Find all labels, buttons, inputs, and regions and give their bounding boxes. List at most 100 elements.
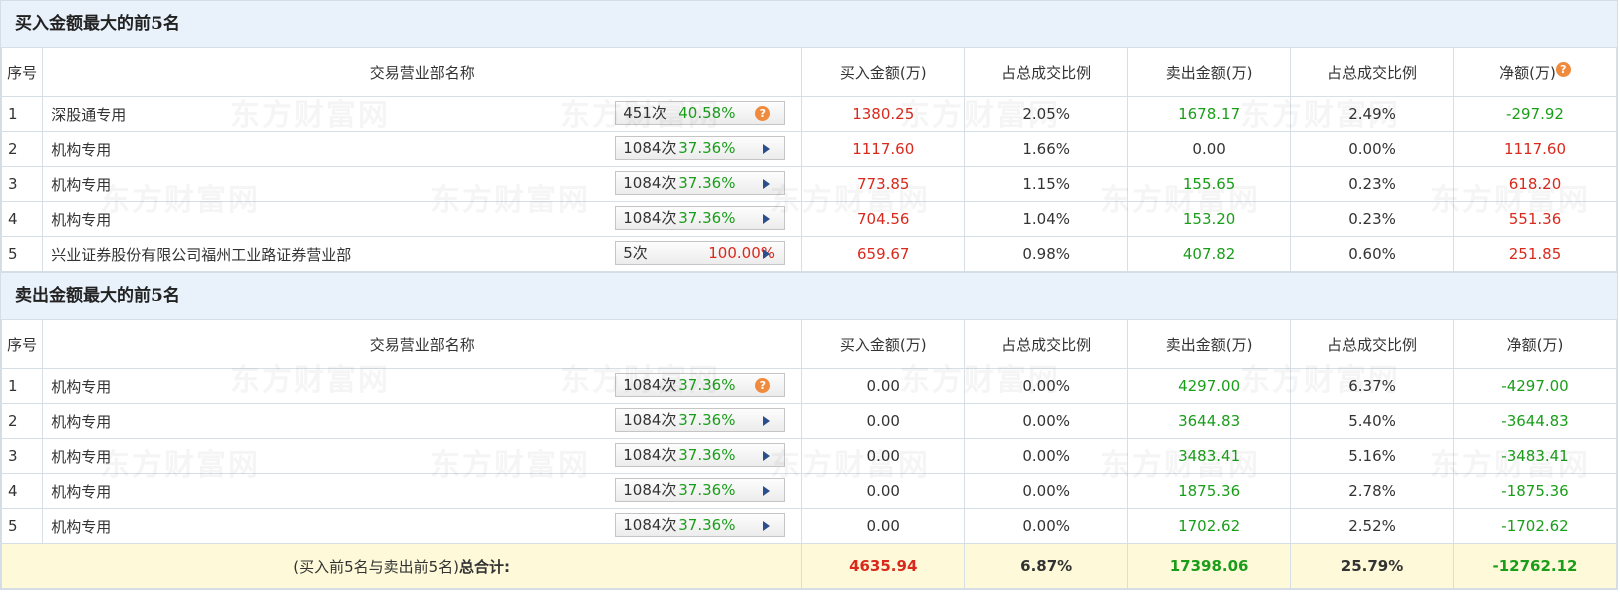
total-sell: 17398.06	[1127, 543, 1292, 589]
broker-stats-badge[interactable]: 1084次 37.36%	[615, 478, 786, 502]
broker-stats-badge[interactable]: 5次 100.00%	[615, 241, 786, 265]
expand-arrow-icon[interactable]	[763, 521, 771, 531]
row-index: 4	[0, 473, 44, 509]
broker-name[interactable]: 兴业证券股份有限公司福州工业路证券营业部	[51, 244, 351, 265]
broker-stats-badge[interactable]: 1084次 37.36%?	[615, 373, 786, 397]
buy-amount: 1380.25	[801, 96, 966, 132]
broker-stats-badge[interactable]: 1084次 37.36%	[615, 171, 786, 195]
buy-ratio: 0.00%	[964, 368, 1129, 404]
broker-name[interactable]: 机构专用	[51, 174, 111, 195]
expand-arrow-icon[interactable]	[763, 249, 771, 259]
sell-amount: 1678.17	[1127, 96, 1292, 132]
buy-amount: 0.00	[801, 403, 966, 439]
buy-table: 序号 交易营业部名称 买入金额(万) 占总成交比例 卖出金额(万) 占总成交比例…	[0, 47, 1617, 272]
col-net: 净额(万)	[1453, 319, 1617, 369]
net-amount: -3483.41	[1453, 438, 1617, 474]
col-name: 交易营业部名称	[42, 319, 803, 369]
broker-cell: 深股通专用 451次 40.58%?	[42, 96, 803, 132]
buy-amount: 773.85	[801, 166, 966, 202]
total-sell-ratio: 25.79%	[1290, 543, 1455, 589]
expand-arrow-icon[interactable]	[763, 144, 771, 154]
broker-name[interactable]: 机构专用	[51, 376, 111, 397]
row-index: 3	[0, 438, 44, 474]
broker-cell: 机构专用 1084次 37.36%?	[42, 368, 803, 404]
broker-name[interactable]: 深股通专用	[51, 104, 126, 125]
table-row: 1 深股通专用 451次 40.58%? 1380.25 2.05% 1678.17 2.49…	[0, 96, 1617, 132]
col-sell-ratio: 占总成交比例	[1290, 47, 1455, 97]
broker-name[interactable]: 机构专用	[51, 209, 111, 230]
row-index: 3	[0, 166, 44, 202]
buy-ratio: 1.15%	[964, 166, 1129, 202]
row-index: 2	[0, 131, 44, 167]
broker-count: 5次	[623, 244, 648, 262]
table-row: 3 机构专用 1084次 37.36% 0.00 0.00% 3483.41 5.16% -34…	[0, 438, 1617, 474]
broker-stats-badge[interactable]: 1084次 37.36%	[615, 136, 786, 160]
row-index: 4	[0, 201, 44, 237]
buy-amount: 0.00	[801, 368, 966, 404]
broker-cell: 机构专用 1084次 37.36%	[42, 131, 803, 167]
sell-amount: 4297.00	[1127, 368, 1292, 404]
expand-arrow-icon[interactable]	[763, 214, 771, 224]
buy-ratio: 1.04%	[964, 201, 1129, 237]
broker-name[interactable]: 机构专用	[51, 481, 111, 502]
broker-stats-badge[interactable]: 1084次 37.36%	[615, 443, 786, 467]
buy-ratio: 0.98%	[964, 236, 1129, 272]
broker-count: 1084次	[623, 174, 677, 192]
total-label-prefix: (买入前5名与卖出前5名)	[293, 557, 460, 576]
sell-ratio: 6.37%	[1290, 368, 1455, 404]
broker-name[interactable]: 机构专用	[51, 411, 111, 432]
net-amount: 1117.60	[1453, 131, 1617, 167]
broker-cell: 机构专用 1084次 37.36%	[42, 403, 803, 439]
question-icon[interactable]: ?	[755, 106, 771, 121]
col-net-label: 净额(万)	[1499, 63, 1556, 82]
help-icon[interactable]: ?	[1555, 61, 1571, 77]
broker-name[interactable]: 机构专用	[51, 139, 111, 160]
broker-count: 1084次	[623, 209, 677, 227]
broker-win-rate: 37.36%	[678, 209, 736, 227]
sell-ratio: 5.16%	[1290, 438, 1455, 474]
col-net: 净额(万)?	[1453, 47, 1617, 97]
broker-count: 1084次	[623, 446, 677, 464]
total-row: (买入前5名与卖出前5名)总合计: 4635.94 6.87% 17398.06…	[0, 543, 1617, 589]
broker-stats-badge[interactable]: 1084次 37.36%	[615, 513, 786, 537]
total-label: (买入前5名与卖出前5名)总合计:	[0, 543, 803, 589]
col-idx: 序号	[0, 319, 44, 369]
broker-count: 1084次	[623, 139, 677, 157]
table-row: 3 机构专用 1084次 37.36% 773.85 1.15% 155.65 0.23% 61…	[0, 166, 1617, 202]
buy-amount: 659.67	[801, 236, 966, 272]
total-buy: 4635.94	[801, 543, 966, 589]
table-row: 5 机构专用 1084次 37.36% 0.00 0.00% 1702.62 2.52% -17…	[0, 508, 1617, 544]
broker-name[interactable]: 机构专用	[51, 516, 111, 537]
broker-stats-badge[interactable]: 1084次 37.36%	[615, 408, 786, 432]
broker-stats-badge[interactable]: 451次 40.58%?	[615, 101, 786, 125]
row-index: 5	[0, 236, 44, 272]
buy-ratio: 0.00%	[964, 403, 1129, 439]
buy-amount: 0.00	[801, 473, 966, 509]
buy-section-title: 买入金额最大的前5名	[1, 0, 1617, 47]
col-name: 交易营业部名称	[42, 47, 803, 97]
buy-ratio: 0.00%	[964, 508, 1129, 544]
lhb-table-container: 买入金额最大的前5名 序号 交易营业部名称 买入金额(万) 占总成交比例 卖出金…	[0, 0, 1618, 590]
broker-cell: 机构专用 1084次 37.36%	[42, 201, 803, 237]
buy-ratio: 1.66%	[964, 131, 1129, 167]
table-row: 2 机构专用 1084次 37.36% 0.00 0.00% 3644.83 5.40% -36…	[0, 403, 1617, 439]
expand-arrow-icon[interactable]	[763, 179, 771, 189]
expand-arrow-icon[interactable]	[763, 486, 771, 496]
row-index: 5	[0, 508, 44, 544]
sell-ratio: 0.60%	[1290, 236, 1455, 272]
expand-arrow-icon[interactable]	[763, 416, 771, 426]
net-amount: -3644.83	[1453, 403, 1617, 439]
question-icon[interactable]: ?	[755, 378, 771, 393]
col-sell: 卖出金额(万)	[1127, 319, 1292, 369]
col-sell-ratio: 占总成交比例	[1290, 319, 1455, 369]
broker-count: 1084次	[623, 376, 677, 394]
expand-arrow-icon[interactable]	[763, 451, 771, 461]
broker-name[interactable]: 机构专用	[51, 446, 111, 467]
broker-win-rate: 37.36%	[678, 139, 736, 157]
sell-ratio: 2.52%	[1290, 508, 1455, 544]
broker-stats-badge[interactable]: 1084次 37.36%	[615, 206, 786, 230]
sell-amount: 153.20	[1127, 201, 1292, 237]
broker-cell: 机构专用 1084次 37.36%	[42, 473, 803, 509]
total-buy-ratio: 6.87%	[964, 543, 1129, 589]
table-row: 5 兴业证券股份有限公司福州工业路证券营业部 5次 100.00% 659.67 0.98…	[0, 236, 1617, 272]
